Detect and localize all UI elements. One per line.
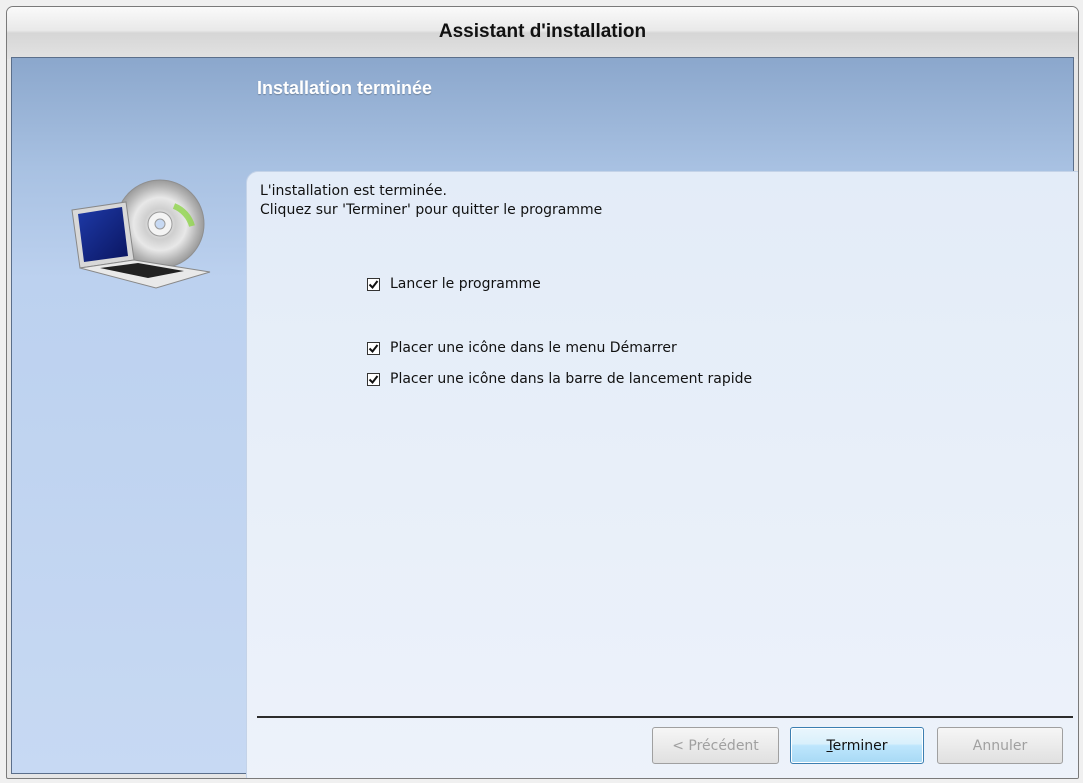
computer-cd-icon (71, 179, 211, 289)
message-line-2: Cliquez sur 'Terminer' pour quitter le p… (260, 202, 603, 218)
option-start-menu-icon[interactable]: Placer une icône dans le menu Démarrer (367, 340, 677, 356)
page-heading: Installation terminée (257, 78, 433, 98)
message-line-1: L'installation est terminée. (260, 183, 447, 199)
check-icon (368, 343, 379, 353)
option-label: Lancer le programme (390, 276, 541, 292)
checkbox[interactable] (367, 277, 380, 291)
option-launch-program[interactable]: Lancer le programme (367, 276, 541, 292)
completion-message: L'installation est terminée. Cliquez sur… (260, 182, 602, 220)
finish-button-label: Terminer (826, 737, 888, 754)
content-panel: L'installation est terminée. Cliquez sur… (246, 171, 1078, 778)
check-icon (368, 279, 379, 289)
checkbox[interactable] (367, 372, 380, 386)
option-label: Placer une icône dans le menu Démarrer (390, 340, 677, 356)
option-label: Placer une icône dans la barre de lancem… (390, 371, 753, 387)
option-quick-launch-icon[interactable]: Placer une icône dans la barre de lancem… (367, 371, 752, 387)
checkbox[interactable] (367, 341, 380, 355)
installer-window: Assistant d'installation Installation te… (6, 6, 1079, 779)
finish-button[interactable]: Terminer (790, 727, 924, 764)
check-icon (368, 374, 379, 384)
wizard-body: Installation terminée L'installation est… (11, 57, 1078, 778)
cancel-button[interactable]: Annuler (937, 727, 1063, 764)
button-separator (257, 716, 1073, 718)
window-title: Assistant d'installation (438, 21, 647, 42)
previous-button-label: < Précédent (672, 737, 759, 754)
cancel-button-label: Annuler (972, 737, 1028, 754)
title-bar[interactable]: Assistant d'installation (7, 7, 1078, 59)
previous-button[interactable]: < Précédent (652, 727, 779, 764)
